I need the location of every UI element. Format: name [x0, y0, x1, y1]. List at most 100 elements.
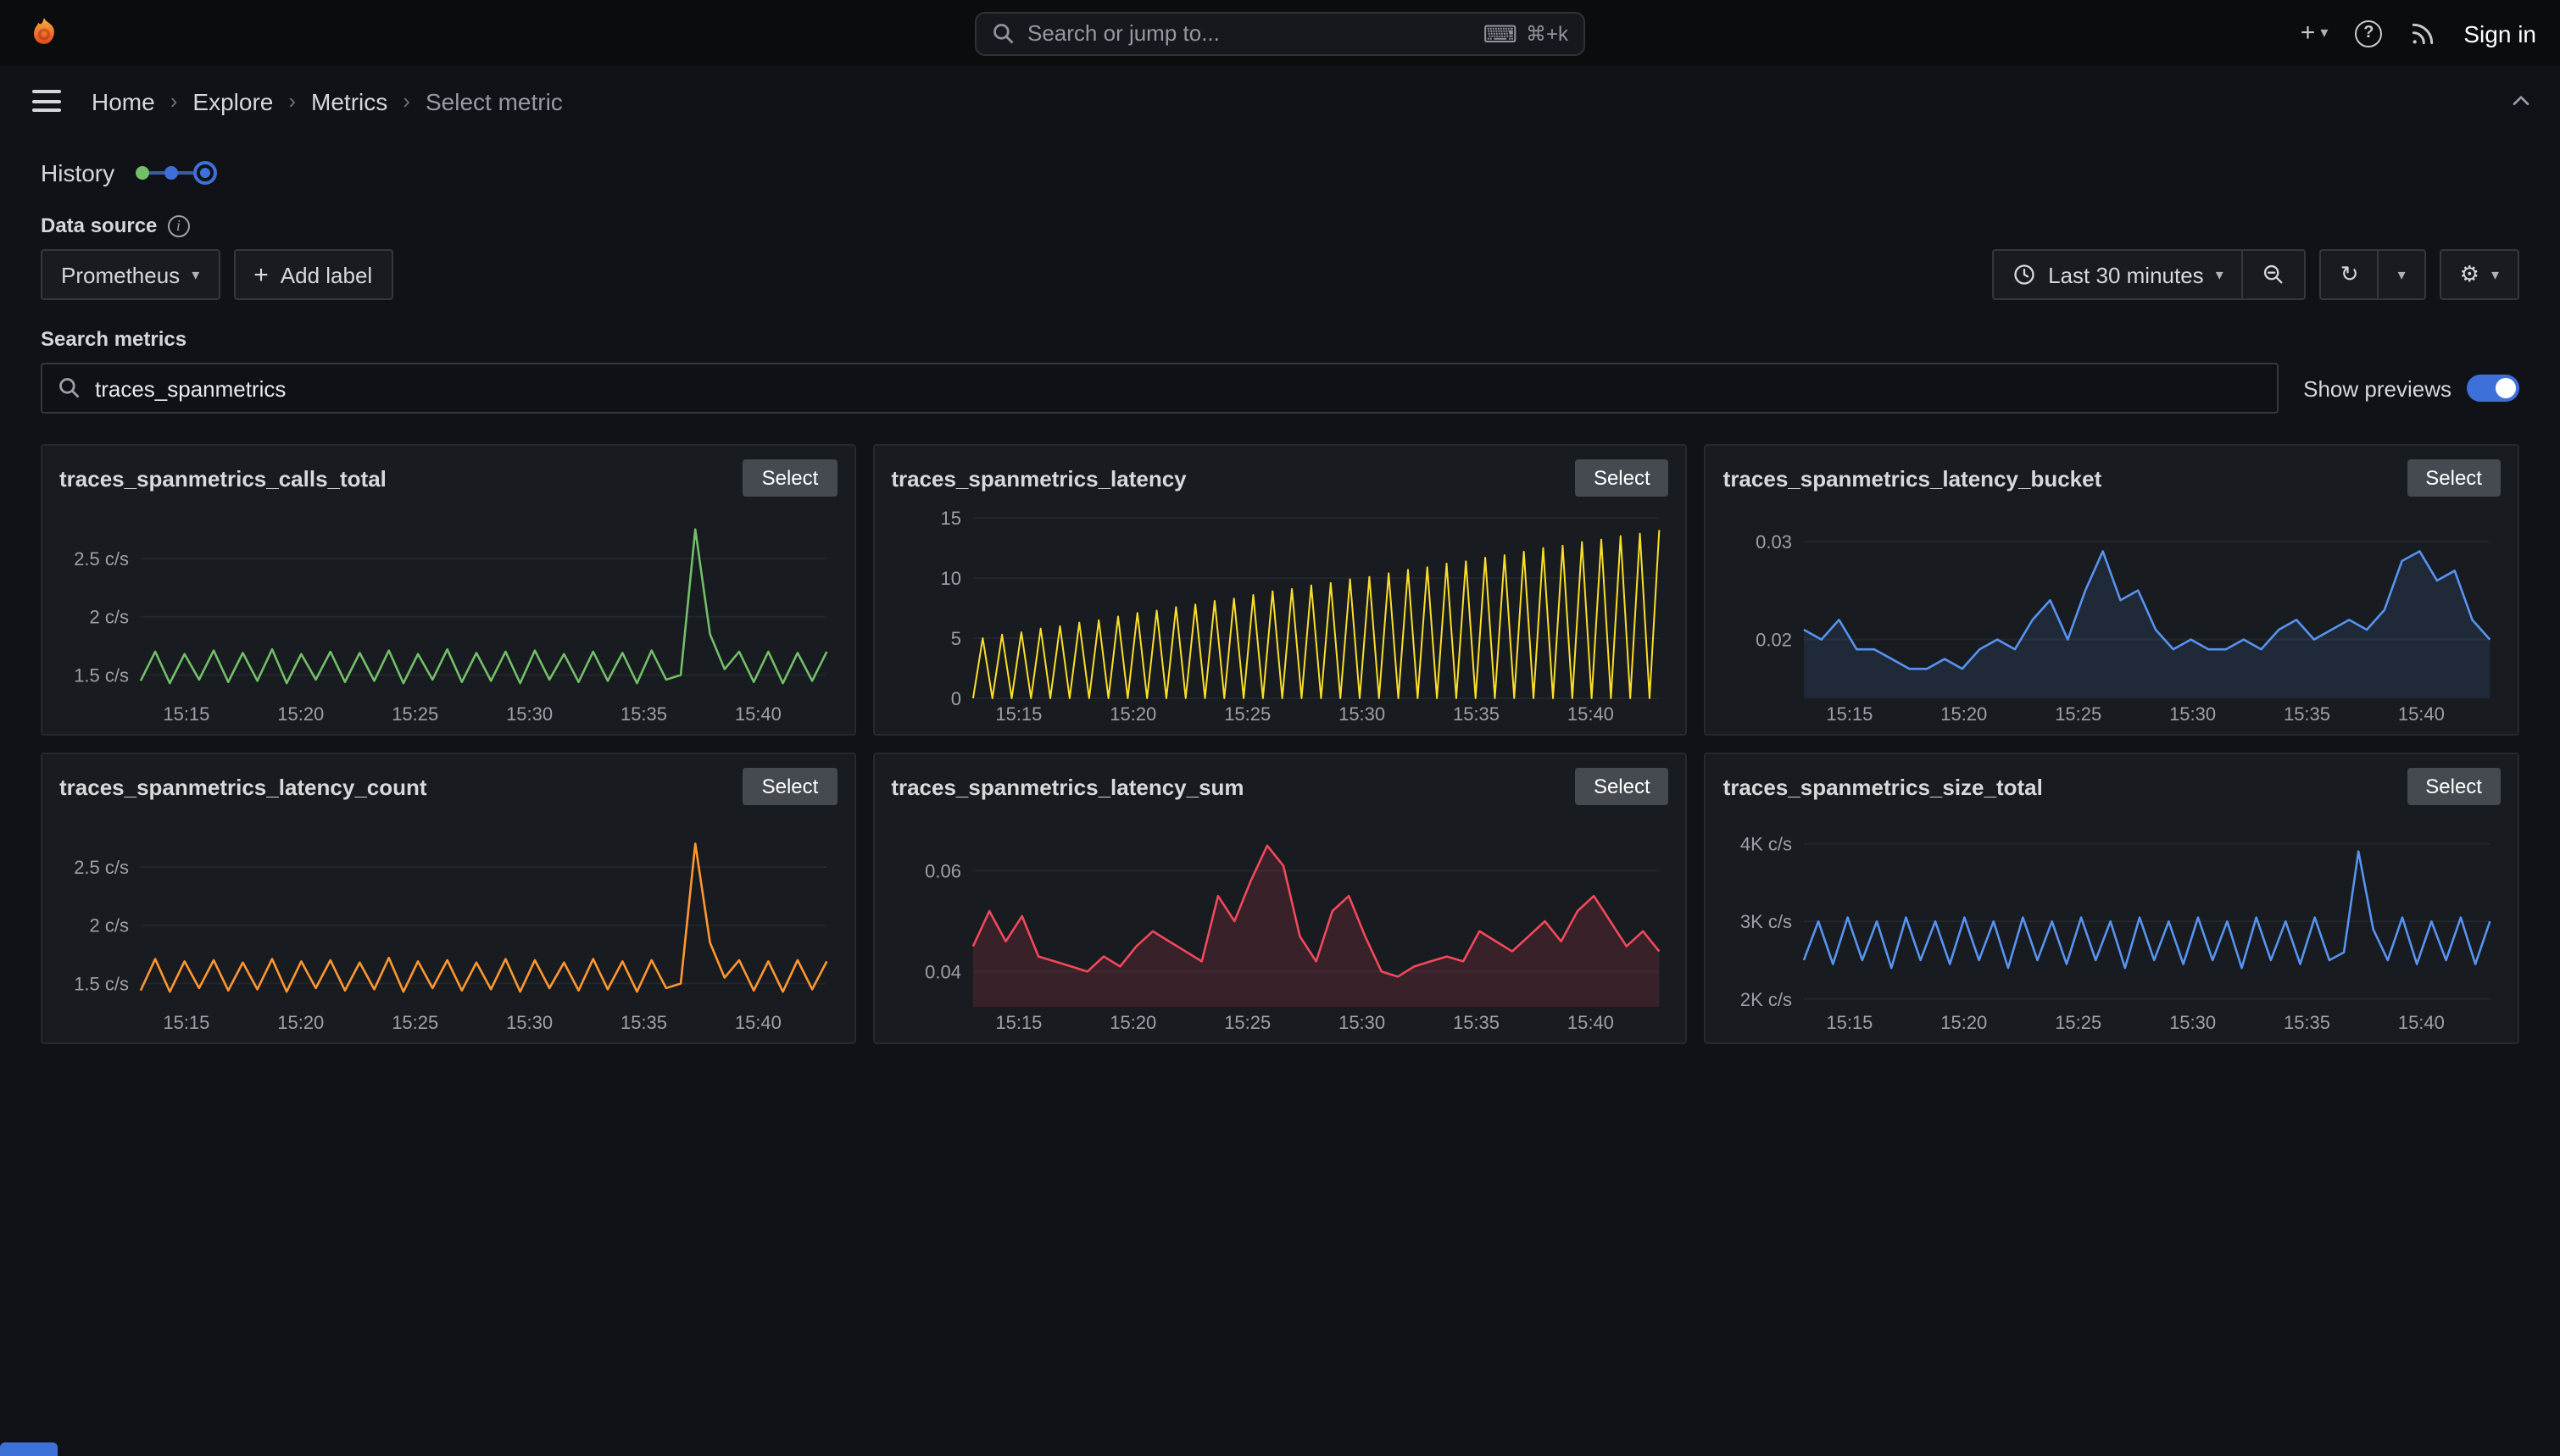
- data-source-picker[interactable]: Prometheus ▾: [41, 249, 220, 300]
- metric-preview-chart: 2.5 c/s2 c/s1.5 c/s15:1515:2015:2515:301…: [59, 500, 837, 725]
- svg-text:15:15: 15:15: [995, 1012, 1042, 1033]
- panel-header: traces_spanmetrics_latency Select: [891, 459, 1668, 497]
- grafana-logo-icon[interactable]: [24, 13, 64, 53]
- history-step-icon[interactable]: [164, 166, 177, 180]
- metric-preview-chart: 0.060.0415:1515:2015:2515:3015:3515:40: [891, 809, 1668, 1034]
- svg-text:15:25: 15:25: [392, 1012, 438, 1033]
- plus-icon: +: [2301, 19, 2316, 47]
- select-metric-button[interactable]: Select: [1575, 768, 1669, 805]
- svg-text:15:30: 15:30: [506, 1012, 553, 1033]
- panel-header: traces_spanmetrics_calls_total Select: [59, 459, 837, 497]
- time-range-value: Last 30 minutes: [2048, 262, 2204, 287]
- select-metric-button[interactable]: Select: [1575, 459, 1669, 497]
- svg-text:15:15: 15:15: [163, 703, 209, 725]
- panel-header: traces_spanmetrics_latency_sum Select: [891, 768, 1668, 805]
- panel-header: traces_spanmetrics_size_total Select: [1723, 768, 2501, 805]
- question-mark-icon: ?: [2363, 24, 2374, 42]
- svg-text:15:35: 15:35: [1452, 1012, 1499, 1033]
- settings-button[interactable]: ⚙ ▾: [2440, 249, 2519, 300]
- keyboard-icon: ⌨: [1483, 21, 1517, 45]
- chevron-down-icon: ▾: [2491, 265, 2499, 284]
- select-metric-button[interactable]: Select: [2407, 768, 2501, 805]
- history-timeline[interactable]: [135, 161, 216, 185]
- svg-text:2 c/s: 2 c/s: [90, 915, 129, 936]
- data-source-label-row: Data source i: [41, 214, 2519, 237]
- metric-preview-chart: 4K c/s3K c/s2K c/s15:1515:2015:2515:3015…: [1723, 809, 2501, 1034]
- svg-text:15:35: 15:35: [2285, 1012, 2331, 1033]
- panel-header: traces_spanmetrics_latency_count Select: [59, 768, 837, 805]
- search-metrics-row: Show previews: [41, 363, 2519, 414]
- history-row: History: [41, 159, 2519, 186]
- metrics-search-box[interactable]: [41, 363, 2278, 414]
- svg-text:15:20: 15:20: [1110, 703, 1156, 725]
- history-current-step-icon[interactable]: [192, 161, 216, 185]
- select-metric-button[interactable]: Select: [2407, 459, 2501, 497]
- svg-text:15:30: 15:30: [506, 703, 553, 725]
- zoom-out-button[interactable]: [2242, 249, 2307, 300]
- add-label-text: Add label: [281, 262, 372, 287]
- menu-toggle-button[interactable]: [25, 83, 68, 119]
- search-metrics-label-row: Search metrics: [41, 327, 2519, 351]
- gear-icon: ⚙: [2460, 261, 2479, 288]
- svg-text:15:25: 15:25: [2056, 703, 2102, 725]
- svg-text:15:40: 15:40: [1567, 1012, 1613, 1033]
- breadcrumb-separator-icon: ›: [288, 88, 296, 114]
- select-metric-button[interactable]: Select: [743, 459, 838, 497]
- svg-text:15:30: 15:30: [1338, 1012, 1384, 1033]
- metric-panel: traces_spanmetrics_calls_total Select 2.…: [41, 444, 855, 736]
- refresh-button[interactable]: ↻: [2320, 249, 2379, 300]
- history-step-icon[interactable]: [135, 166, 148, 180]
- panel-title: traces_spanmetrics_latency_count: [59, 774, 427, 799]
- breadcrumb-explore[interactable]: Explore: [192, 87, 273, 114]
- svg-text:1.5 c/s: 1.5 c/s: [74, 664, 129, 686]
- svg-text:15:25: 15:25: [1224, 1012, 1271, 1033]
- collapse-toolbar-button[interactable]: [2507, 87, 2535, 114]
- svg-text:0.04: 0.04: [924, 961, 960, 982]
- data-source-label: Data source: [41, 214, 157, 237]
- clock-icon: [2012, 263, 2036, 286]
- svg-text:15:15: 15:15: [163, 1012, 209, 1033]
- svg-text:2K c/s: 2K c/s: [1741, 989, 1793, 1010]
- chevron-down-icon: ▾: [2216, 265, 2223, 284]
- history-label: History: [41, 159, 114, 186]
- news-feed-button[interactable]: [2409, 19, 2436, 47]
- svg-text:15:20: 15:20: [1941, 1012, 1988, 1033]
- svg-text:15:35: 15:35: [1452, 703, 1499, 725]
- panel-title: traces_spanmetrics_latency_sum: [891, 774, 1244, 799]
- breadcrumb-home[interactable]: Home: [92, 87, 155, 114]
- metric-panel: traces_spanmetrics_latency_bucket Select…: [1705, 444, 2519, 736]
- svg-text:2 c/s: 2 c/s: [90, 607, 129, 628]
- sign-in-button[interactable]: Sign in: [2463, 19, 2536, 47]
- bottom-left-drawer-handle[interactable]: [0, 1442, 58, 1456]
- new-menu-button[interactable]: + ▾: [2301, 19, 2329, 47]
- refresh-icon: ↻: [2340, 261, 2359, 288]
- refresh-interval-button[interactable]: ▾: [2378, 249, 2426, 300]
- show-previews-toggle[interactable]: [2467, 375, 2519, 402]
- global-search-box[interactable]: ⌨ ⌘+k: [975, 11, 1585, 55]
- breadcrumb-select-metric: Select metric: [426, 87, 563, 114]
- metrics-search-input[interactable]: [95, 375, 2261, 401]
- svg-text:5: 5: [950, 628, 960, 649]
- global-search-input[interactable]: [1027, 20, 1472, 46]
- search-metrics-label: Search metrics: [41, 327, 186, 351]
- svg-text:15:30: 15:30: [2170, 1012, 2217, 1033]
- svg-text:15:15: 15:15: [1827, 703, 1873, 725]
- add-label-button[interactable]: + Add label: [233, 249, 392, 300]
- select-metric-button[interactable]: Select: [743, 768, 838, 805]
- chevron-down-icon: ▾: [2320, 24, 2328, 42]
- help-button[interactable]: ?: [2355, 19, 2382, 47]
- chevron-up-icon: [2507, 87, 2535, 114]
- top-right-actions: + ▾ ? Sign in: [2301, 19, 2536, 47]
- metric-preview-chart: 15105015:1515:2015:2515:3015:3515:40: [891, 500, 1668, 725]
- time-controls: Last 30 minutes ▾ ↻ ▾: [1992, 249, 2519, 300]
- grafana-app: ⌨ ⌘+k + ▾ ? Sign in Home: [0, 0, 2560, 1456]
- breadcrumb-metrics[interactable]: Metrics: [311, 87, 387, 114]
- svg-text:0.03: 0.03: [1756, 531, 1793, 553]
- panel-title: traces_spanmetrics_latency_bucket: [1723, 465, 2102, 491]
- info-icon[interactable]: i: [167, 214, 189, 236]
- panel-header: traces_spanmetrics_latency_bucket Select: [1723, 459, 2501, 497]
- svg-text:1.5 c/s: 1.5 c/s: [74, 973, 129, 994]
- panel-title: traces_spanmetrics_latency: [891, 465, 1186, 491]
- time-range-picker[interactable]: Last 30 minutes ▾: [1992, 249, 2244, 300]
- svg-text:15:20: 15:20: [1110, 1012, 1156, 1033]
